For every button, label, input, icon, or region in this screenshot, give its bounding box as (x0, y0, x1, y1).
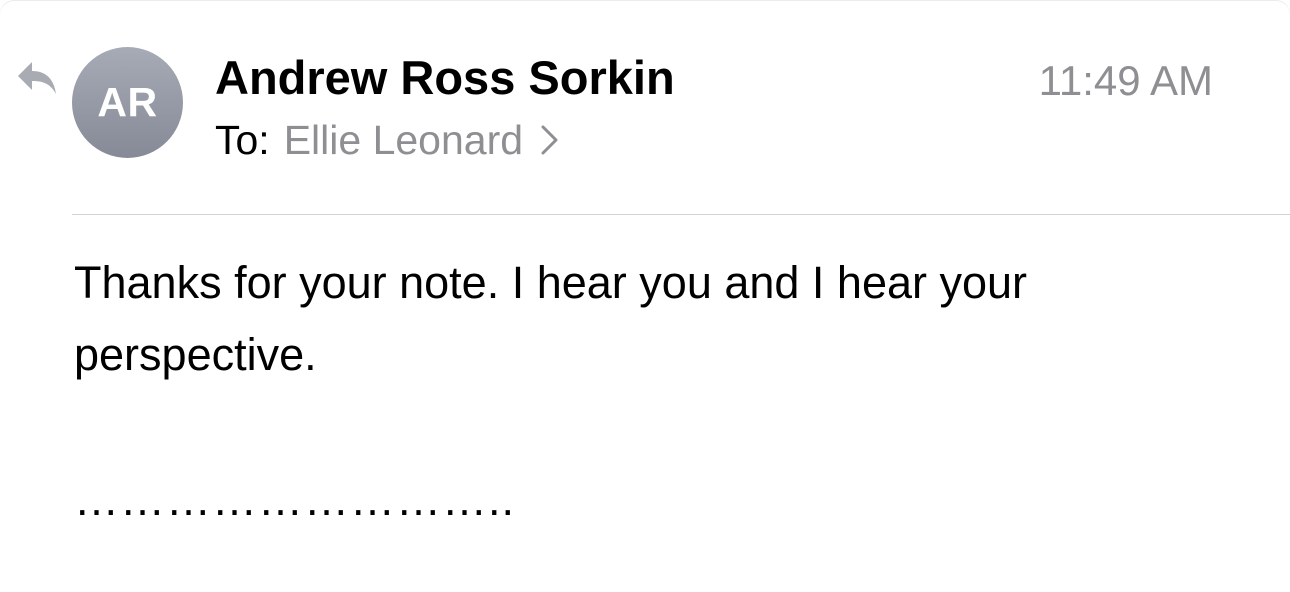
mail-message-view: AR Andrew Ross Sorkin 11:49 AM To: Ellie… (0, 0, 1290, 592)
avatar-initials: AR (97, 79, 158, 125)
sender-name[interactable]: Andrew Ross Sorkin (215, 50, 675, 106)
message-time: 11:49 AM (1038, 57, 1213, 104)
to-label: To: (215, 116, 270, 163)
chevron-right-icon[interactable] (539, 124, 561, 156)
header-divider (72, 214, 1290, 215)
avatar[interactable]: AR (72, 47, 183, 158)
message-body-text: Thanks for your note. I hear you and I h… (74, 257, 1028, 380)
reply-arrow-icon (16, 58, 60, 98)
recipient-row[interactable]: To: Ellie Leonard (215, 113, 561, 167)
message-signature: ……………………….. (74, 474, 516, 525)
message-body: Thanks for your note. I hear you and I h… (74, 247, 1234, 391)
recipient-name[interactable]: Ellie Leonard (284, 117, 523, 164)
